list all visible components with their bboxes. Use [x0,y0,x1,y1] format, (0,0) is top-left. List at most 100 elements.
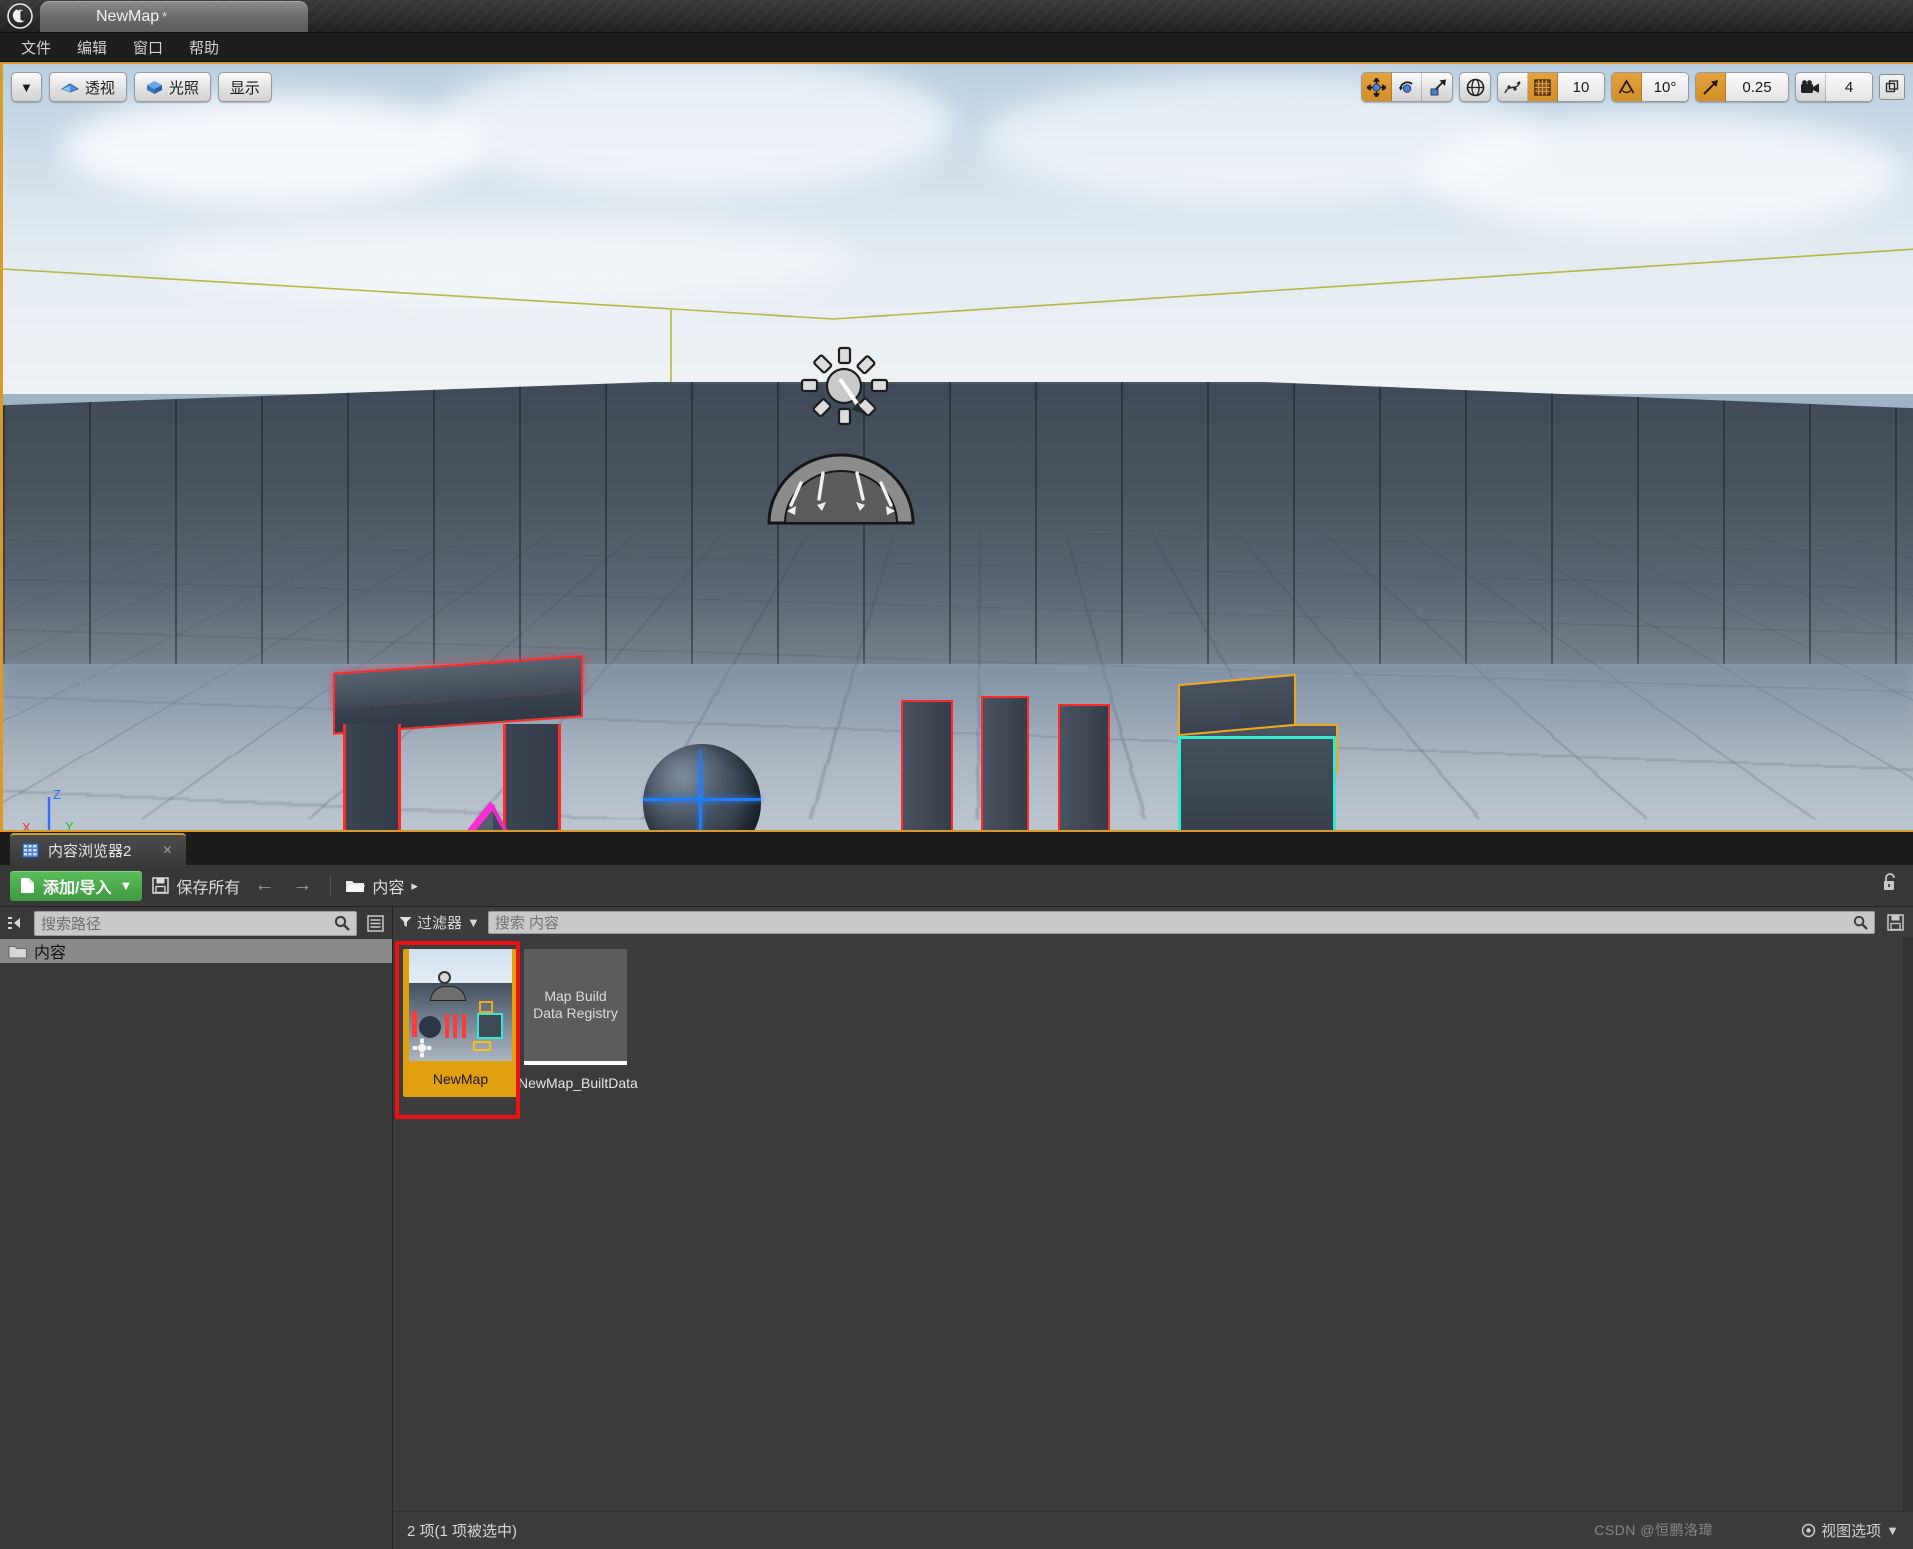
asset-search-input[interactable]: 搜索 内容 [487,910,1875,934]
viewport-show-button[interactable]: 显示 [217,72,272,102]
angle-snap-icon[interactable] [1612,73,1642,101]
maximize-viewport-icon[interactable] [1879,74,1905,100]
camera-speed-value[interactable]: 4 [1826,73,1872,101]
angle-snap-group: 10° [1611,72,1689,102]
viewport-toolbar-left: ▼ 透视 光照 显示 [11,72,272,102]
asset-thumbnail-text: Map Build Data Registry [533,987,618,1022]
arrow-left-icon[interactable]: ← [250,874,278,897]
menu-item-window[interactable]: 窗口 [120,34,176,61]
list-options-icon[interactable] [363,911,387,935]
chevron-down-icon: ▼ [1886,1523,1899,1538]
filter-button[interactable]: 过滤器 ▼ [399,912,480,933]
add-import-button[interactable]: 添加/导入 ▼ [10,870,143,901]
menu-bar: 文件 编辑 窗口 帮助 [0,33,1913,62]
sources-search-row: 搜索路径 [0,907,392,939]
selected-cube-actor-orange[interactable] [1178,673,1296,737]
save-all-button[interactable]: 保存所有 [152,874,240,898]
viewport-lighting-label: 光照 [168,79,199,97]
axis-label-z: Z [53,787,61,802]
asset-tile-newmap[interactable]: NewMap [403,949,518,1097]
chevron-down-icon: ▼ [119,878,133,893]
unreal-engine-logo-icon [0,0,40,32]
asset-name: NewMap_BuiltData [518,1075,638,1091]
grid-snap-group: 10 [1497,72,1605,102]
viewport-perspective-label: 透视 [84,79,115,97]
grid-snap-icon[interactable] [1528,73,1558,101]
watermark-text: CSDN @恒鹏洛瑋 [1594,1522,1713,1538]
sky-light-icon[interactable] [765,449,917,527]
save-icon [152,877,170,894]
directional-light-icon[interactable] [798,346,890,432]
angle-snap-value[interactable]: 10° [1642,73,1688,101]
tab-content-browser-2[interactable]: 内容浏览器2 ✕ [10,833,187,865]
transform-mode-group [1361,72,1453,102]
unlock-icon[interactable] [1882,872,1899,898]
menu-item-edit[interactable]: 编辑 [64,34,120,61]
folder-icon [8,945,27,958]
level-badge-icon [412,1038,432,1058]
level-tab-dirty-marker: * [162,9,168,24]
arrow-right-icon[interactable]: → [288,874,316,897]
close-icon[interactable]: ✕ [162,843,172,857]
chevron-right-icon: ▸ [411,877,418,893]
folder-icon [346,880,366,892]
coordinate-system-group [1459,72,1491,102]
rotate-gizmo-icon[interactable] [1392,73,1422,101]
perspective-icon [60,83,79,93]
asset-count-label: 2 项(1 项被选中) [407,1523,518,1540]
sidebar-item-content[interactable]: 内容 [0,939,392,963]
asset-tile-newmap-builtdata[interactable]: Map Build Data Registry NewMap_BuiltData [518,949,638,1097]
floor-reflection [3,664,1913,744]
grid-snap-value[interactable]: 10 [1558,73,1604,101]
unreal-editor-window: NewMap * 文件 编辑 窗口 帮助 Z Y X ▼ 透视 光照 显示 10… [0,0,1913,1549]
view-options-label: 视图选项 [1821,1523,1882,1540]
scale-gizmo-icon[interactable] [1422,73,1452,101]
filter-bar: 过滤器 ▼ 搜索 内容 [393,907,1913,937]
chevron-down-icon: ▼ [20,79,33,95]
sources-search-placeholder: 搜索路径 [41,915,102,933]
search-icon [1853,915,1868,930]
menu-item-help[interactable]: 帮助 [176,34,232,61]
scale-snap-group: 0.25 [1695,72,1789,102]
scale-snap-icon[interactable] [1696,73,1726,101]
content-browser-icon [22,842,39,858]
content-browser-body: 搜索路径 内容 过滤器 ▼ 搜索 内容 NewMap Map Build Dat… [0,907,1913,1549]
camera-icon[interactable] [1796,73,1826,101]
add-import-label: 添加/导入 [43,879,112,897]
breadcrumb[interactable]: 内容 ▸ [345,874,418,898]
view-options-button[interactable]: 视图选项 ▼ [1801,1520,1899,1541]
translate-gizmo-icon[interactable] [1362,73,1392,101]
toolbar-divider [330,874,332,897]
surface-snap-icon[interactable] [1498,73,1528,101]
asset-grid-area[interactable]: NewMap Map Build Data Registry NewMap_Bu… [393,937,1913,1549]
world-globe-icon[interactable] [1460,73,1490,101]
filter-label: 过滤器 [417,914,463,932]
breadcrumb-label: 内容 [372,879,405,897]
content-browser-status-bar: 2 项(1 项被选中) 视图选项 ▼ CSDN @恒鹏洛瑋 [393,1511,1913,1549]
sidebar-item-label: 内容 [34,945,67,962]
save-all-label: 保存所有 [176,879,241,897]
level-tab-title: NewMap [96,7,160,25]
content-browser-toolbar: 添加/导入 ▼ 保存所有 ← → 内容 ▸ [0,865,1913,907]
viewport-options-button[interactable]: ▼ [11,72,42,102]
save-search-icon[interactable] [1883,910,1907,934]
view-options-icon [1801,1523,1816,1538]
funnel-icon [399,917,412,927]
asset-grid: NewMap Map Build Data Registry NewMap_Bu… [403,949,1903,1097]
camera-speed-group: 4 [1795,72,1873,102]
collapse-sources-icon[interactable] [4,911,28,935]
viewport-toolbar-right: 10 10° 0.25 4 [1361,72,1905,102]
asset-view-scrollbar[interactable] [1903,937,1913,1511]
viewport-lighting-button[interactable]: 光照 [133,72,211,102]
content-browser-tab-row: 内容浏览器2 ✕ [0,830,1913,865]
asset-thumbnail [409,949,512,1061]
scale-snap-value[interactable]: 0.25 [1726,73,1788,101]
level-tab-newmap[interactable]: NewMap * [40,1,308,32]
level-viewport[interactable]: Z Y X ▼ 透视 光照 显示 10 10° 0.25 4 [0,62,1913,859]
content-browser-panel: 内容浏览器2 ✕ 添加/导入 ▼ 保存所有 ← → 内容 ▸ 搜索路径 内容 过… [0,830,1913,1549]
viewport-perspective-button[interactable]: 透视 [48,72,127,102]
sources-search-input[interactable]: 搜索路径 [34,910,357,936]
menu-item-file[interactable]: 文件 [8,34,64,61]
search-icon [334,915,350,931]
lit-mode-icon [146,80,162,94]
